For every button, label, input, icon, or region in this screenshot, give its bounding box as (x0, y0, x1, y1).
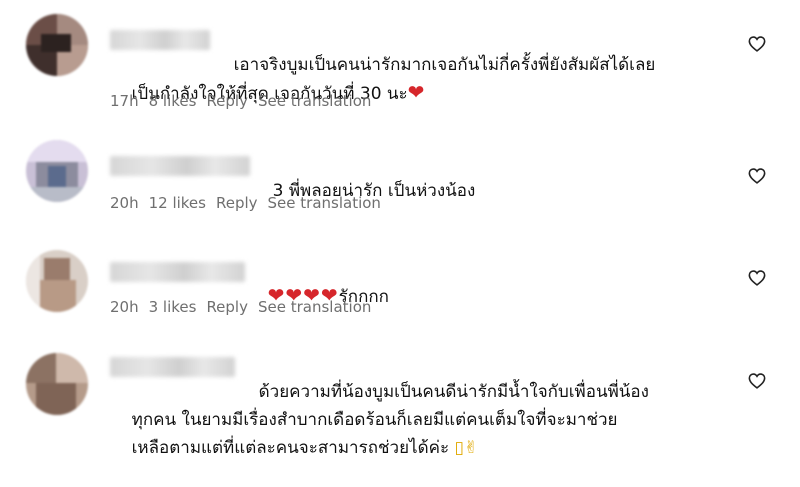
avatar[interactable] (26, 14, 88, 76)
comment-text-line3: เหลือตามแต่ที่แต่ละคนจะสามารถช่วยได้ค่ะ … (131, 438, 479, 458)
red-heart-emoji: ❤ (407, 80, 426, 104)
comment-meta: 17h 8 likes Reply See translation (110, 92, 371, 110)
like-heart-icon[interactable] (748, 168, 768, 188)
comment-time: 20h (110, 194, 139, 212)
reply-link[interactable]: Reply (206, 92, 248, 110)
hand-emoji: ▯✌ (454, 438, 479, 458)
comment-text: ❤❤❤❤รักกกก (246, 256, 389, 336)
comment-item: ❤❤❤❤รักกกก 20h 3 likes Reply See transla… (0, 230, 800, 335)
username-redacted[interactable] (110, 30, 210, 50)
comment-time: 17h (110, 92, 139, 110)
comment-meta: 20h 12 likes Reply See translation (110, 194, 381, 212)
avatar[interactable] (26, 353, 88, 415)
like-heart-icon[interactable] (748, 36, 768, 56)
likes-count[interactable]: 3 likes (149, 298, 197, 316)
see-translation-link[interactable]: See translation (268, 194, 381, 212)
likes-count[interactable]: 12 likes (149, 194, 206, 212)
comment-item: ด้วยความที่น้องบูมเป็นคนดีน่ารักมีน้ำใจก… (0, 335, 800, 458)
username-redacted[interactable] (110, 262, 245, 282)
comment-meta: 20h 3 likes Reply See translation (110, 298, 371, 316)
comment-item: เอาจริงบูมเป็นคนน่ารักมากเจอกันไม่กี่ครั… (0, 0, 800, 120)
reply-link[interactable]: Reply (206, 298, 248, 316)
username-redacted[interactable] (110, 357, 235, 377)
see-translation-link[interactable]: See translation (258, 92, 371, 110)
comment-item: 3 พี่พลอยน่ารัก เป็นห่วงน้อง 20h 12 like… (0, 120, 800, 230)
like-heart-icon[interactable] (748, 373, 768, 393)
comment-time: 20h (110, 298, 139, 316)
reply-link[interactable]: Reply (216, 194, 258, 212)
avatar[interactable] (26, 250, 88, 312)
see-translation-link[interactable]: See translation (258, 298, 371, 316)
username-redacted[interactable] (110, 156, 250, 176)
like-heart-icon[interactable] (748, 270, 768, 290)
likes-count[interactable]: 8 likes (149, 92, 197, 110)
comment-text: 3 พี่พลอยน่ารัก เป็นห่วงน้อง (251, 152, 476, 230)
avatar[interactable] (26, 140, 88, 202)
